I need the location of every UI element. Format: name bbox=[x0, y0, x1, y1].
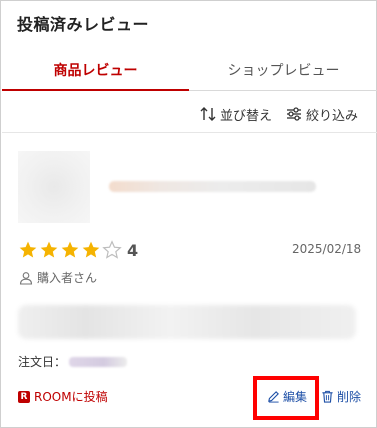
sort-button[interactable]: 並び替え bbox=[200, 104, 272, 124]
order-date-redacted bbox=[69, 356, 128, 367]
review-tabs: 商品レビュー ショップレビュー bbox=[2, 53, 377, 91]
sort-arrows-icon bbox=[200, 107, 216, 121]
reviewer-name: 購入者さん bbox=[37, 271, 98, 285]
pencil-icon bbox=[268, 391, 279, 403]
rating-value: 4 bbox=[127, 240, 139, 260]
review-text-redacted bbox=[18, 305, 356, 339]
tab-product-review[interactable]: 商品レビュー bbox=[2, 53, 189, 91]
delete-button[interactable]: 削除 bbox=[321, 388, 361, 405]
sort-label: 並び替え bbox=[220, 108, 273, 124]
post-to-room-button[interactable]: R ROOMに投稿 bbox=[18, 388, 108, 405]
page-title: 投稿済みレビュー bbox=[17, 15, 150, 34]
delete-label: 削除 bbox=[337, 390, 362, 404]
tab-shop-review[interactable]: ショップレビュー bbox=[190, 53, 377, 91]
product-image[interactable] bbox=[18, 151, 90, 223]
filter-label: 絞り込み bbox=[306, 108, 359, 124]
user-icon bbox=[19, 271, 33, 285]
review-panel: 投稿済みレビュー 商品レビュー ショップレビュー 並び替え 絞り込み 4 202… bbox=[0, 0, 377, 428]
edit-label: 編集 bbox=[283, 390, 308, 404]
product-name-redacted[interactable] bbox=[109, 181, 316, 192]
post-to-room-label: ROOMに投稿 bbox=[34, 390, 108, 404]
star-rating: 4 bbox=[18, 240, 138, 260]
sliders-icon bbox=[287, 107, 301, 121]
star-empty-icon bbox=[102, 240, 122, 259]
star-filled-icon bbox=[19, 241, 37, 258]
list-toolbar: 並び替え 絞り込み bbox=[2, 93, 377, 133]
trash-icon bbox=[322, 390, 333, 403]
review-date: 2025/02/18 bbox=[292, 242, 362, 256]
filter-button[interactable]: 絞り込み bbox=[286, 104, 358, 124]
star-filled-icon bbox=[40, 241, 58, 258]
edit-button[interactable]: 編集 bbox=[267, 388, 307, 405]
room-logo-icon: R bbox=[18, 390, 30, 403]
order-date-row: 注文日： bbox=[18, 353, 128, 370]
star-filled-icon bbox=[61, 241, 79, 258]
order-date-label: 注文日： bbox=[18, 355, 67, 369]
reviewer: 購入者さん bbox=[19, 269, 97, 286]
star-filled-icon bbox=[82, 241, 100, 258]
